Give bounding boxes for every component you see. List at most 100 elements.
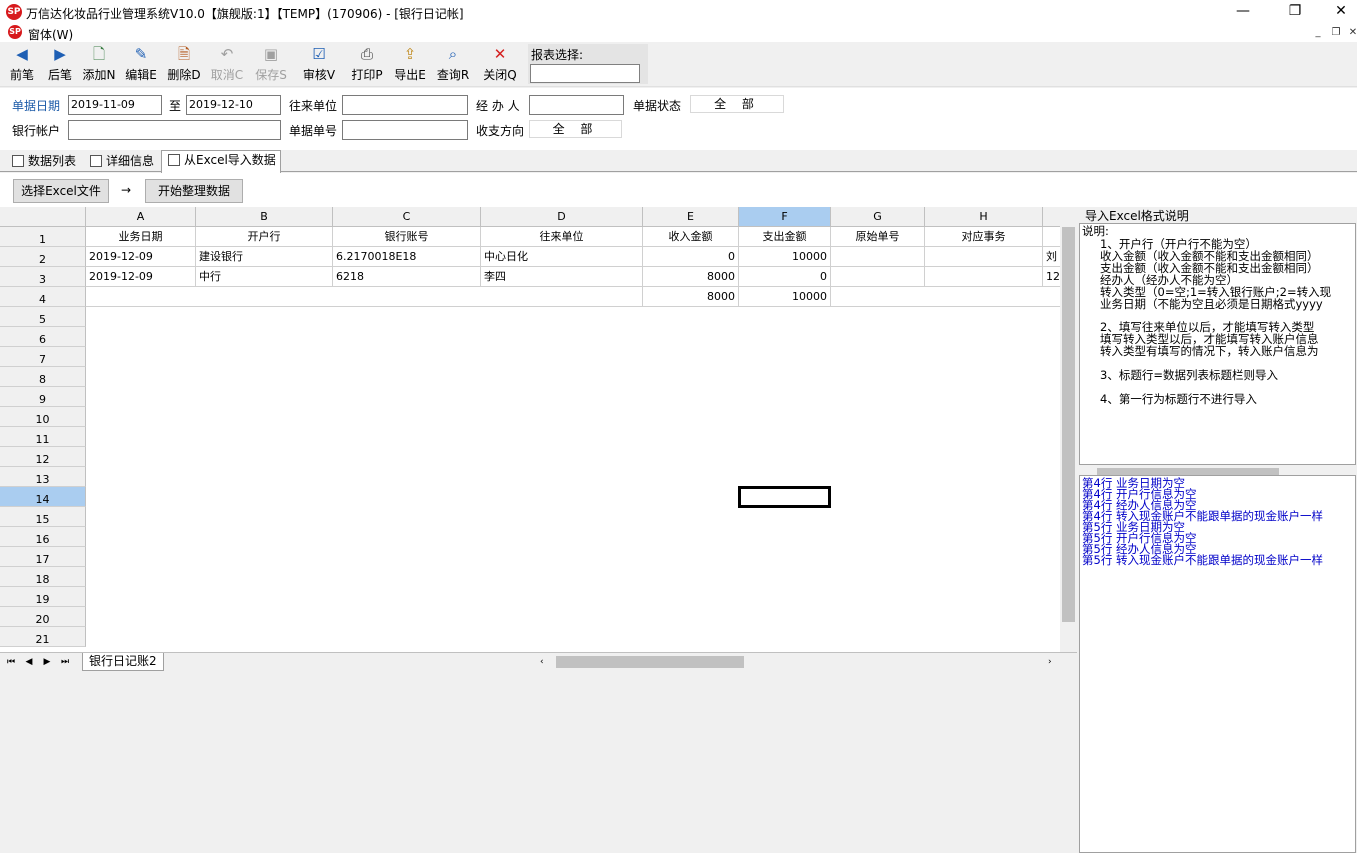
mdi-minimize-button[interactable]: _ xyxy=(1310,26,1326,40)
row-header[interactable]: 16 xyxy=(0,527,86,547)
row-header[interactable]: 5 xyxy=(0,307,86,327)
row-header[interactable]: 18 xyxy=(0,567,86,587)
next-button[interactable]: ▶ 后笔 xyxy=(44,46,76,86)
grid-vertical-scrollbar[interactable] xyxy=(1060,207,1077,652)
prev-button[interactable]: ◀ 前笔 xyxy=(6,46,38,86)
print-button[interactable]: ⎙ 打印P xyxy=(350,46,384,86)
grid-cell[interactable]: 银行账号 xyxy=(333,227,481,247)
grid-cell[interactable]: 中心日化 xyxy=(481,247,643,267)
grid-cell[interactable]: 支出金额 xyxy=(739,227,831,247)
grid-cell[interactable]: 0 xyxy=(739,267,831,287)
grid-cell[interactable]: 2019-12-09 xyxy=(86,267,196,287)
column-header[interactable]: C xyxy=(333,207,481,227)
close-button[interactable]: ✕ 关闭Q xyxy=(483,46,517,86)
select-excel-button[interactable]: 选择Excel文件 xyxy=(13,179,109,203)
horizontal-scroll-thumb[interactable] xyxy=(556,656,744,668)
column-header[interactable]: H xyxy=(925,207,1043,227)
prev-sheet-icon[interactable]: ◀ xyxy=(22,655,36,669)
row-header[interactable]: 3 xyxy=(0,267,86,287)
start-process-button[interactable]: 开始整理数据 xyxy=(145,179,243,203)
save-button[interactable]: ▣ 保存S xyxy=(253,46,289,86)
column-header[interactable]: D xyxy=(481,207,643,227)
last-sheet-icon[interactable]: ⏭ xyxy=(58,655,72,669)
row-header[interactable]: 10 xyxy=(0,407,86,427)
minimize-button[interactable]: — xyxy=(1220,0,1266,24)
grid-cell[interactable]: 原始单号 xyxy=(831,227,925,247)
row-header[interactable]: 8 xyxy=(0,367,86,387)
grid-cell[interactable]: 123 xyxy=(1043,267,1060,287)
total-income-cell[interactable]: 8000 xyxy=(643,287,739,307)
bank-account-input[interactable] xyxy=(68,120,281,140)
grid-cell[interactable]: 往来单位 xyxy=(481,227,643,247)
handler-input[interactable] xyxy=(529,95,624,115)
column-header[interactable]: A xyxy=(86,207,196,227)
tab-excel-import[interactable]: 从Excel导入数据 xyxy=(161,150,281,173)
row-header[interactable]: 15 xyxy=(0,507,86,527)
grid-cell[interactable]: 收入金额 xyxy=(643,227,739,247)
grid-cell[interactable]: 2019-12-09 xyxy=(86,247,196,267)
partner-input[interactable] xyxy=(342,95,468,115)
sheet-tab[interactable]: 银行日记账2 xyxy=(82,653,164,671)
column-header[interactable]: G xyxy=(831,207,925,227)
report-select-input[interactable] xyxy=(530,64,640,83)
mdi-close-button[interactable]: ✕ xyxy=(1345,26,1357,40)
scroll-thumb[interactable] xyxy=(1062,227,1075,622)
grid-cell[interactable] xyxy=(925,247,1043,267)
edit-button[interactable]: ✎ 编辑E xyxy=(124,46,158,86)
row-header[interactable]: 19 xyxy=(0,587,86,607)
row-header[interactable]: 17 xyxy=(0,547,86,567)
delete-button[interactable]: 🗎 删除D xyxy=(167,46,201,86)
row-header[interactable]: 7 xyxy=(0,347,86,367)
menu-window[interactable]: 窗体(W) xyxy=(28,26,73,43)
grid-cell[interactable]: 李四 xyxy=(481,267,643,287)
scroll-right-icon[interactable]: › xyxy=(1048,657,1052,667)
scroll-left-icon[interactable]: ‹ xyxy=(540,657,544,667)
row-header-selected[interactable]: 14 xyxy=(0,487,86,507)
row-header[interactable]: 4 xyxy=(0,287,86,307)
row-header[interactable]: 20 xyxy=(0,607,86,627)
tab-details[interactable]: 详细信息 xyxy=(84,152,158,172)
row-header[interactable]: 12 xyxy=(0,447,86,467)
date-to-input[interactable]: 2019-12-10 xyxy=(186,95,281,115)
grid-cell[interactable]: 业务日期 xyxy=(86,227,196,247)
export-button[interactable]: ⇪ 导出E xyxy=(393,46,427,86)
column-header[interactable] xyxy=(1043,207,1060,227)
total-expense-cell[interactable]: 10000 xyxy=(739,287,831,307)
query-button[interactable]: ⌕ 查询R xyxy=(436,46,470,86)
status-select[interactable]: 全 部 xyxy=(690,95,784,113)
cancel-button[interactable]: ↶ 取消C xyxy=(210,46,244,86)
grid-cell[interactable]: 6.2170018E18 xyxy=(333,247,481,267)
tab-data-list[interactable]: 数据列表 xyxy=(6,152,80,172)
direction-select[interactable]: 全 部 xyxy=(529,120,622,138)
mdi-restore-button[interactable]: ❐ xyxy=(1328,26,1344,40)
grid-cell[interactable]: 对应事务 xyxy=(925,227,1043,247)
column-header[interactable]: E xyxy=(643,207,739,227)
column-header-selected[interactable]: F xyxy=(739,207,831,227)
grid-cell[interactable]: 6218 xyxy=(333,267,481,287)
doc-number-input[interactable] xyxy=(342,120,468,140)
grid-cell[interactable] xyxy=(831,267,925,287)
grid-cell[interactable] xyxy=(925,267,1043,287)
grid-cell[interactable] xyxy=(1043,227,1060,247)
grid-cell[interactable]: 中行 xyxy=(196,267,333,287)
next-sheet-icon[interactable]: ▶ xyxy=(40,655,54,669)
date-from-input[interactable]: 2019-11-09 xyxy=(68,95,162,115)
selected-cell[interactable] xyxy=(738,486,831,508)
grid-cell[interactable]: 开户行 xyxy=(196,227,333,247)
row-header[interactable]: 21 xyxy=(0,627,86,647)
row-header[interactable]: 11 xyxy=(0,427,86,447)
row-header[interactable]: 1 xyxy=(0,227,86,247)
grid-cell[interactable] xyxy=(831,247,925,267)
add-button[interactable]: 🗋 添加N xyxy=(82,46,116,86)
totals-merged-cell[interactable] xyxy=(86,287,643,307)
row-header[interactable]: 2 xyxy=(0,247,86,267)
grid-cell[interactable]: 10000 xyxy=(739,247,831,267)
column-header[interactable]: B xyxy=(196,207,333,227)
grid-cell[interactable]: 0 xyxy=(643,247,739,267)
row-header[interactable]: 13 xyxy=(0,467,86,487)
totals-merged-cell[interactable] xyxy=(831,287,1060,307)
row-header[interactable]: 9 xyxy=(0,387,86,407)
audit-button[interactable]: ☑ 审核V xyxy=(302,46,336,86)
grid-cell[interactable]: 建设银行 xyxy=(196,247,333,267)
first-sheet-icon[interactable]: ⏮ xyxy=(4,655,18,669)
